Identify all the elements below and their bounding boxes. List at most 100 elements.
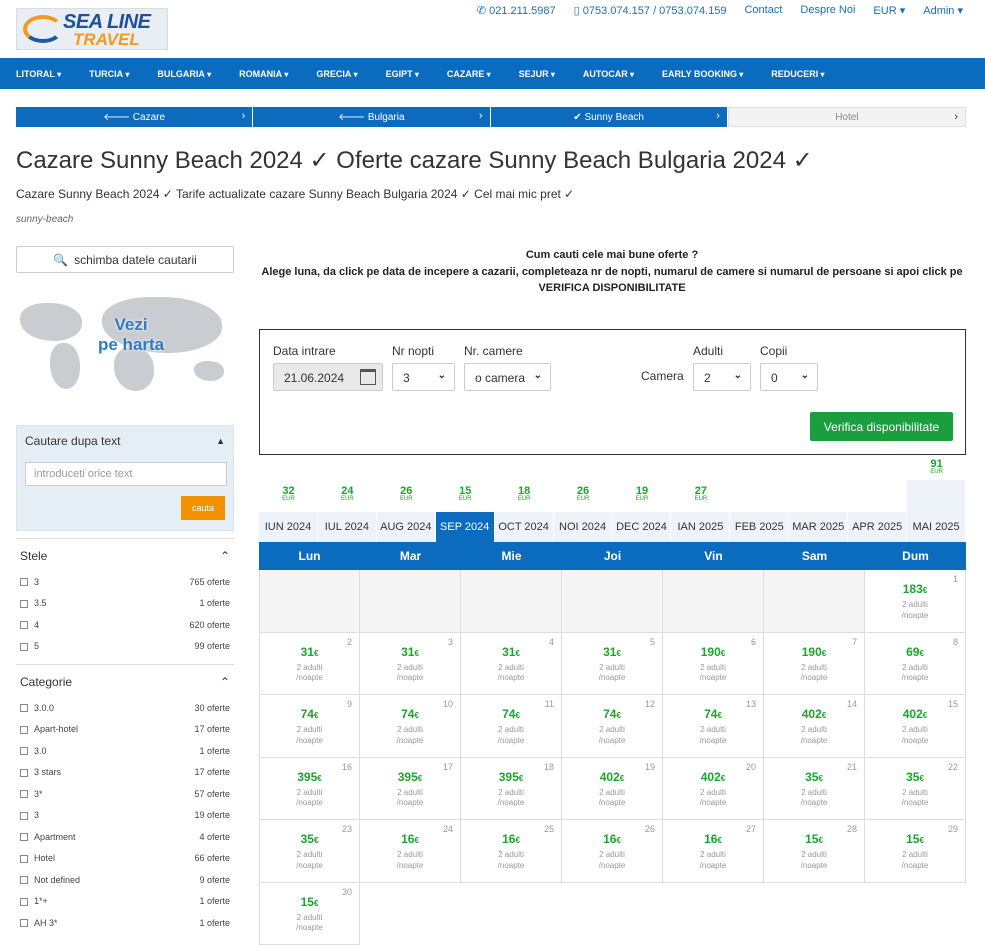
filter-row[interactable]: 3765 oferte <box>16 571 234 593</box>
verify-availability-button[interactable]: Verifica disponibilitate <box>810 412 953 441</box>
nav-item-egipt[interactable]: EGIPT <box>386 69 419 79</box>
nav-item-grecia[interactable]: GRECIA <box>316 69 357 79</box>
site-logo[interactable]: SEA LINE TRAVEL <box>16 8 168 50</box>
checkbox[interactable] <box>20 833 28 841</box>
calendar-day-cell[interactable]: 2135€2 adulti/noapte <box>764 758 865 821</box>
calendar-day-cell[interactable]: 2915€2 adulti/noapte <box>865 820 966 883</box>
checkbox[interactable] <box>20 578 28 586</box>
currency-dropdown[interactable]: EUR ▾ <box>873 4 905 17</box>
nav-item-autocar[interactable]: AUTOCAR <box>583 69 634 79</box>
checkbox[interactable] <box>20 769 28 777</box>
month-tab-0[interactable]: 32EURIUN 2024 <box>259 458 318 542</box>
filter-row[interactable]: AH 3*1 oferte <box>16 912 234 934</box>
calendar-day-cell[interactable]: 14402€2 adulti/noapte <box>764 695 865 758</box>
checkin-date-input[interactable]: 21.06.2024 <box>273 363 383 391</box>
admin-dropdown[interactable]: Admin ▾ <box>923 4 963 17</box>
month-tab-9[interactable]: MAR 2025 <box>789 458 848 542</box>
world-map-link[interactable]: Vezipe harta <box>16 289 234 399</box>
calendar-day-cell[interactable]: 2616€2 adulti/noapte <box>562 820 663 883</box>
filter-row[interactable]: Apart-hotel17 oferte <box>16 719 234 741</box>
calendar-day-cell[interactable]: 16395€2 adulti/noapte <box>259 758 360 821</box>
nav-item-cazare[interactable]: CAZARE <box>447 69 491 79</box>
calendar-day-cell[interactable]: 1374€2 adulti/noapte <box>663 695 764 758</box>
calendar-day-cell[interactable]: 531€2 adulti/noapte <box>562 633 663 696</box>
calendar-day-cell[interactable]: 7190€2 adulti/noapte <box>764 633 865 696</box>
change-search-button[interactable]: 🔍 schimba datele cautarii <box>16 246 234 273</box>
calendar-day-cell[interactable]: 6190€2 adulti/noapte <box>663 633 764 696</box>
breadcrumb-cazare[interactable]: 🡐 Cazare› <box>16 107 252 127</box>
month-tab-8[interactable]: FEB 2025 <box>730 458 789 542</box>
calendar-day-cell[interactable]: 1183€2 adulti/noapte <box>865 570 966 633</box>
filter-row[interactable]: 3.51 oferte <box>16 593 234 615</box>
calendar-day-cell[interactable]: 1274€2 adulti/noapte <box>562 695 663 758</box>
nav-item-early-booking[interactable]: EARLY BOOKING <box>662 69 743 79</box>
adults-select[interactable]: 2⌄ <box>693 363 751 391</box>
month-tab-2[interactable]: 26EURAUG 2024 <box>377 458 436 542</box>
calendar-day-cell[interactable]: 431€2 adulti/noapte <box>461 633 562 696</box>
filter-row[interactable]: 599 oferte <box>16 636 234 658</box>
text-search-button[interactable]: cauta <box>181 496 225 520</box>
rooms-select[interactable]: o camera⌄ <box>464 363 551 391</box>
calendar-day-cell[interactable]: 1174€2 adulti/noapte <box>461 695 562 758</box>
checkbox[interactable] <box>20 600 28 608</box>
month-tab-3[interactable]: 15EURSEP 2024 <box>436 458 495 542</box>
phone-link-1[interactable]: ✆ 021.211.5987 <box>477 4 556 17</box>
nav-item-turcia[interactable]: TURCIA <box>89 69 129 79</box>
filter-row[interactable]: Hotel66 oferte <box>16 848 234 870</box>
filter-row[interactable]: 3.0.030 oferte <box>16 697 234 719</box>
checkbox[interactable] <box>20 790 28 798</box>
filter-row[interactable]: Not defined9 oferte <box>16 869 234 891</box>
calendar-day-cell[interactable]: 2516€2 adulti/noapte <box>461 820 562 883</box>
month-tab-1[interactable]: 24EURIUL 2024 <box>318 458 377 542</box>
month-tab-6[interactable]: 19EURDEC 2024 <box>613 458 672 542</box>
chevron-up-icon[interactable]: ⌃ <box>220 675 230 689</box>
filter-row[interactable]: 319 oferte <box>16 805 234 827</box>
month-tab-4[interactable]: 18EUROCT 2024 <box>495 458 554 542</box>
calendar-day-cell[interactable]: 18395€2 adulti/noapte <box>461 758 562 821</box>
calendar-day-cell[interactable]: 2235€2 adulti/noapte <box>865 758 966 821</box>
checkbox[interactable] <box>20 898 28 906</box>
nav-item-romania[interactable]: ROMANIA <box>239 69 288 79</box>
contact-link[interactable]: Contact <box>744 4 782 17</box>
checkbox[interactable] <box>20 876 28 884</box>
breadcrumb-hotel[interactable]: Hotel› <box>728 107 966 127</box>
calendar-day-cell[interactable]: 20402€2 adulti/noapte <box>663 758 764 821</box>
calendar-day-cell[interactable]: 2716€2 adulti/noapte <box>663 820 764 883</box>
calendar-day-cell[interactable]: 2335€2 adulti/noapte <box>259 820 360 883</box>
checkbox[interactable] <box>20 747 28 755</box>
calendar-day-cell[interactable]: 19402€2 adulti/noapte <box>562 758 663 821</box>
month-tab-11[interactable]: 91EURMAI 2025 <box>907 458 966 542</box>
checkbox[interactable] <box>20 621 28 629</box>
nav-item-litoral[interactable]: LITORAL <box>16 69 61 79</box>
phone-link-2[interactable]: ▯ 0753.074.157 / 0753.074.159 <box>574 4 727 17</box>
checkbox[interactable] <box>20 812 28 820</box>
about-link[interactable]: Despre Noi <box>800 4 855 17</box>
chevron-up-icon[interactable]: ▲ <box>216 436 225 446</box>
checkbox[interactable] <box>20 726 28 734</box>
chevron-up-icon[interactable]: ⌃ <box>220 549 230 563</box>
breadcrumb-bulgaria[interactable]: 🡐 Bulgaria› <box>253 107 489 127</box>
children-select[interactable]: 0⌄ <box>760 363 818 391</box>
month-tab-10[interactable]: APR 2025 <box>848 458 907 542</box>
calendar-day-cell[interactable]: 2815€2 adulti/noapte <box>764 820 865 883</box>
checkbox[interactable] <box>20 855 28 863</box>
checkbox[interactable] <box>20 643 28 651</box>
calendar-day-cell[interactable]: 1074€2 adulti/noapte <box>360 695 461 758</box>
filter-row[interactable]: 4620 oferte <box>16 614 234 636</box>
filter-row[interactable]: Apartment4 oferte <box>16 826 234 848</box>
calendar-day-cell[interactable]: 331€2 adulti/noapte <box>360 633 461 696</box>
calendar-day-cell[interactable]: 17395€2 adulti/noapte <box>360 758 461 821</box>
nights-select[interactable]: 3⌄ <box>392 363 455 391</box>
calendar-day-cell[interactable]: 3015€2 adulti/noapte <box>259 883 360 945</box>
calendar-day-cell[interactable]: 231€2 adulti/noapte <box>259 633 360 696</box>
month-tab-7[interactable]: 27EURIAN 2025 <box>671 458 730 542</box>
checkbox[interactable] <box>20 704 28 712</box>
calendar-day-cell[interactable]: 15402€2 adulti/noapte <box>865 695 966 758</box>
text-search-input[interactable]: introduceti orice text <box>25 462 227 486</box>
filter-row[interactable]: 3*57 oferte <box>16 783 234 805</box>
calendar-day-cell[interactable]: 974€2 adulti/noapte <box>259 695 360 758</box>
calendar-day-cell[interactable]: 2416€2 adulti/noapte <box>360 820 461 883</box>
filter-row[interactable]: 1*+1 oferte <box>16 891 234 913</box>
filter-row[interactable]: 3.01 oferte <box>16 740 234 762</box>
calendar-day-cell[interactable]: 869€2 adulti/noapte <box>865 633 966 696</box>
